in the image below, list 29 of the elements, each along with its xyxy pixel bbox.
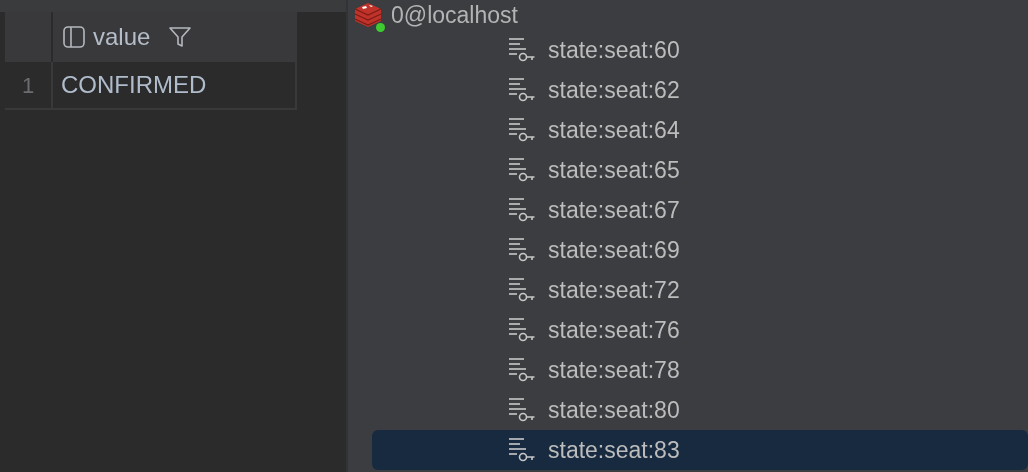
key-list-icon: [508, 277, 536, 303]
key-row[interactable]: state:seat:76: [372, 310, 1028, 350]
key-list-icon: [508, 397, 536, 423]
key-row[interactable]: state:seat:60: [372, 30, 1028, 70]
key-row[interactable]: state:seat:64: [372, 110, 1028, 150]
key-row[interactable]: state:seat:80: [372, 390, 1028, 430]
line-number: 1: [5, 62, 53, 108]
key-list-icon: [508, 237, 536, 263]
panel-icon: [63, 26, 85, 48]
key-list-icon: [508, 157, 536, 183]
column-header: value: [93, 22, 151, 52]
key-row[interactable]: state:seat:72: [372, 270, 1028, 310]
key-row[interactable]: state:seat:65: [372, 150, 1028, 190]
key-row[interactable]: state:seat:69: [372, 230, 1028, 270]
table-cell-text: CONFIRMED: [60, 70, 207, 100]
connection-label: 0@localhost: [391, 0, 518, 30]
key-list-icon: [508, 357, 536, 383]
key-list-icon: [508, 77, 536, 103]
key-row[interactable]: state:seat:67: [372, 190, 1028, 230]
key-list-icon: [508, 197, 536, 223]
key-list-icon: [508, 37, 536, 63]
key-list-icon: [508, 117, 536, 143]
key-row[interactable]: state:seat:62: [372, 70, 1028, 110]
filter-icon[interactable]: [168, 25, 193, 49]
key-row[interactable]: state:seat:83: [372, 430, 1028, 470]
key-list-icon: [508, 437, 536, 463]
key-row[interactable]: state:seat:78: [372, 350, 1028, 390]
key-list-icon: [508, 317, 536, 343]
database-icon: [353, 2, 383, 28]
